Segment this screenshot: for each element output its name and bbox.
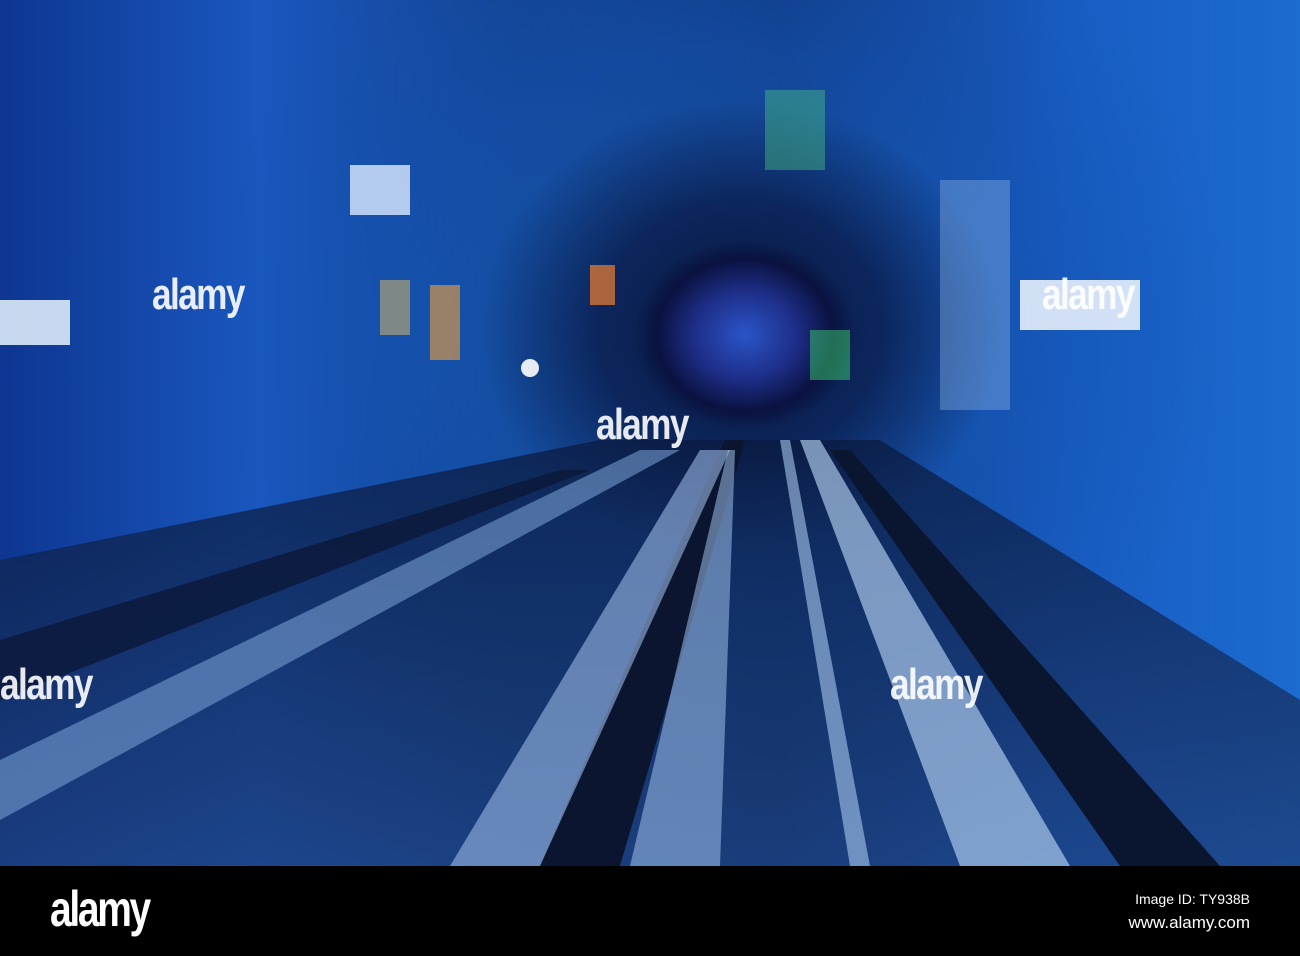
light-streak <box>380 280 410 335</box>
watermark: alamy <box>0 660 93 709</box>
tunnel-photo: alamy alamy alamy alamy alamy <box>0 0 1300 866</box>
light-streak <box>350 165 410 215</box>
footer-bar: alamy Image ID: TY938B www.alamy.com <box>0 866 1300 956</box>
watermark: alamy <box>596 400 689 449</box>
light-streak <box>590 265 615 305</box>
light-streak <box>0 300 70 345</box>
image-id: Image ID: TY938B <box>1135 891 1250 907</box>
watermark: alamy <box>1042 270 1135 319</box>
alamy-logo: alamy <box>50 881 151 937</box>
light-streak <box>765 90 825 170</box>
light-streak <box>940 180 1010 410</box>
tunnel-lamp <box>521 359 539 377</box>
light-streak <box>810 330 850 380</box>
site-url: www.alamy.com <box>1128 913 1250 932</box>
watermark: alamy <box>152 270 245 319</box>
light-streak <box>430 285 460 360</box>
watermark: alamy <box>890 660 983 709</box>
